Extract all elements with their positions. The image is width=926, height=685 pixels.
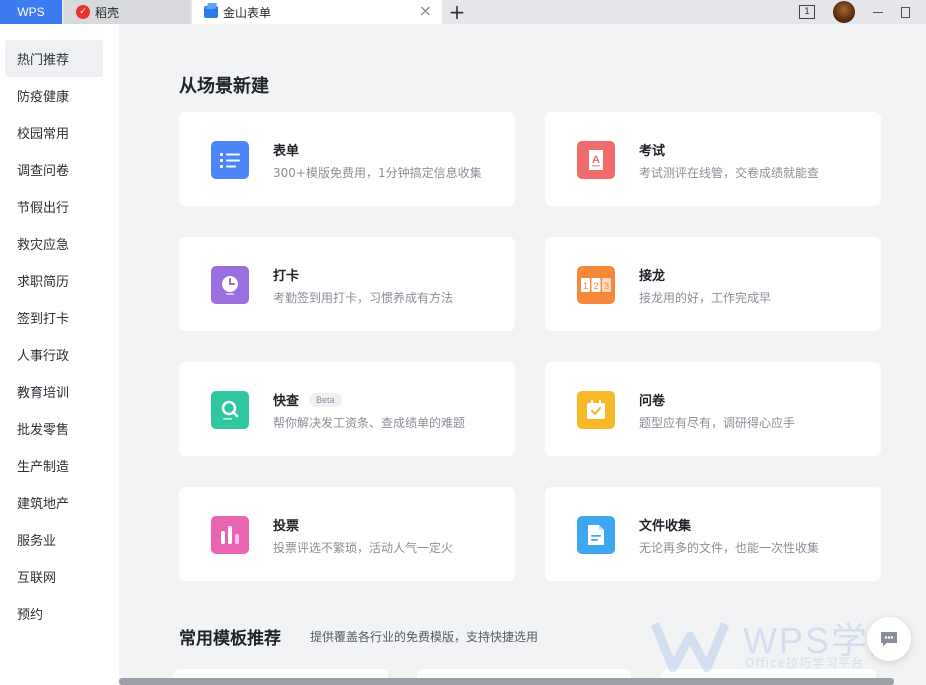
tab-kingsoft-form[interactable]: 金山表单 × bbox=[192, 0, 442, 24]
card-quick-search[interactable]: 快查 Beta 帮你解决发工资条、查成绩单的难题 bbox=[179, 362, 515, 456]
tab-daoke[interactable]: ✓ 稻壳 bbox=[64, 0, 190, 24]
main-content: 从场景新建 表单 300+模版免费用，1分钟搞定信息收集 A 考试 考试测评在线… bbox=[119, 24, 926, 685]
card-title: 打卡 bbox=[273, 269, 300, 284]
maximize-icon[interactable] bbox=[901, 6, 910, 18]
section-title-new-from-scene: 从场景新建 bbox=[179, 76, 269, 97]
file-collect-icon bbox=[577, 516, 615, 554]
card-relay[interactable]: 123 接龙 接龙用的好，工作完成早 bbox=[545, 237, 881, 331]
card-title: 文件收集 bbox=[639, 519, 692, 534]
vote-bars-icon bbox=[211, 516, 249, 554]
sidebar-item-campus[interactable]: 校园常用 bbox=[5, 114, 103, 151]
sidebar-item-booking[interactable]: 预约 bbox=[5, 595, 103, 632]
sidebar-item-emergency[interactable]: 救灾应急 bbox=[5, 225, 103, 262]
svg-text:1: 1 bbox=[583, 281, 588, 291]
screen-switch-icon[interactable]: 1 bbox=[799, 5, 815, 19]
card-description: 300+模版免费用，1分钟搞定信息收集 bbox=[273, 166, 482, 180]
card-description: 考勤签到用打卡，习惯养成有方法 bbox=[273, 291, 454, 305]
beta-badge: Beta bbox=[309, 392, 342, 407]
card-exam[interactable]: A 考试 考试测评在线管，交卷成绩就能查 bbox=[545, 112, 881, 206]
close-tab-icon[interactable]: × bbox=[419, 3, 432, 19]
card-description: 无论再多的文件，也能一次性收集 bbox=[639, 541, 820, 555]
survey-calendar-icon bbox=[577, 391, 615, 429]
window-controls: 1 bbox=[799, 0, 926, 24]
card-questionnaire[interactable]: 问卷 题型应有尽有，调研得心应手 bbox=[545, 362, 881, 456]
sidebar-item-manufacturing[interactable]: 生产制造 bbox=[5, 447, 103, 484]
card-checkin[interactable]: 打卡 考勤签到用打卡，习惯养成有方法 bbox=[179, 237, 515, 331]
sidebar-item-survey[interactable]: 调查问卷 bbox=[5, 151, 103, 188]
sidebar-item-education[interactable]: 教育培训 bbox=[5, 373, 103, 410]
svg-text:3: 3 bbox=[604, 281, 609, 291]
form-list-icon bbox=[211, 141, 249, 179]
svg-text:2: 2 bbox=[593, 281, 598, 291]
recommend-section-title: 常用模板推荐 bbox=[179, 629, 281, 649]
card-description: 题型应有尽有，调研得心应手 bbox=[639, 416, 796, 430]
sidebar-item-realestate[interactable]: 建筑地产 bbox=[5, 484, 103, 521]
number-sequence-icon: 123 bbox=[577, 266, 615, 304]
card-vote[interactable]: 投票 投票评选不繁琐，活动人气一定火 bbox=[179, 487, 515, 581]
category-sidebar: 热门推荐 防疫健康 校园常用 调查问卷 节假出行 救灾应急 求职简历 签到打卡 … bbox=[0, 24, 119, 685]
sidebar-item-resume[interactable]: 求职简历 bbox=[5, 262, 103, 299]
card-title: 表单 bbox=[273, 144, 300, 159]
quick-search-icon bbox=[211, 391, 249, 429]
sidebar-item-holiday[interactable]: 节假出行 bbox=[5, 188, 103, 225]
tab-label: 稻壳 bbox=[95, 5, 120, 20]
wps-home-tab[interactable]: WPS bbox=[0, 0, 62, 24]
chat-bubble-icon bbox=[881, 632, 897, 646]
card-description: 接龙用的好，工作完成早 bbox=[639, 291, 772, 305]
daoke-logo-icon: ✓ bbox=[76, 5, 90, 19]
card-description: 帮你解决发工资条、查成绩单的难题 bbox=[273, 416, 466, 430]
card-title: 接龙 bbox=[639, 269, 666, 284]
svg-text:A: A bbox=[592, 154, 600, 166]
sidebar-item-epidemic[interactable]: 防疫健康 bbox=[5, 77, 103, 114]
sidebar-item-checkin[interactable]: 签到打卡 bbox=[5, 299, 103, 336]
card-form[interactable]: 表单 300+模版免费用，1分钟搞定信息收集 bbox=[179, 112, 515, 206]
kingsoft-form-logo-icon bbox=[204, 6, 218, 18]
card-file-collect[interactable]: 文件收集 无论再多的文件，也能一次性收集 bbox=[545, 487, 881, 581]
recommend-section-subtitle: 提供覆盖各行业的免费模版，支持快捷选用 bbox=[310, 630, 539, 644]
card-title: 快查 Beta bbox=[273, 390, 342, 409]
tab-label: 金山表单 bbox=[223, 5, 272, 20]
card-title: 考试 bbox=[639, 144, 666, 159]
clock-checkin-icon bbox=[211, 266, 249, 304]
card-description: 考试测评在线管，交卷成绩就能查 bbox=[639, 166, 820, 180]
chat-support-button[interactable] bbox=[867, 617, 911, 661]
sidebar-item-retail[interactable]: 批发零售 bbox=[5, 410, 103, 447]
card-description: 投票评选不繁琐，活动人气一定火 bbox=[273, 541, 454, 555]
wps-logo-icon bbox=[651, 622, 729, 673]
sidebar-item-service[interactable]: 服务业 bbox=[5, 521, 103, 558]
sidebar-item-hot[interactable]: 热门推荐 bbox=[5, 40, 103, 77]
exam-paper-icon: A bbox=[577, 141, 615, 179]
minimize-icon[interactable] bbox=[873, 11, 883, 13]
horizontal-scrollbar[interactable] bbox=[119, 678, 894, 685]
card-title: 问卷 bbox=[639, 394, 666, 409]
card-title: 投票 bbox=[273, 519, 300, 534]
sidebar-item-internet[interactable]: 互联网 bbox=[5, 558, 103, 595]
title-tab-bar: WPS ✓ 稻壳 金山表单 × + 1 bbox=[0, 0, 926, 24]
sidebar-item-hr[interactable]: 人事行政 bbox=[5, 336, 103, 373]
user-avatar[interactable] bbox=[833, 1, 855, 23]
new-tab-button[interactable]: + bbox=[442, 0, 472, 24]
